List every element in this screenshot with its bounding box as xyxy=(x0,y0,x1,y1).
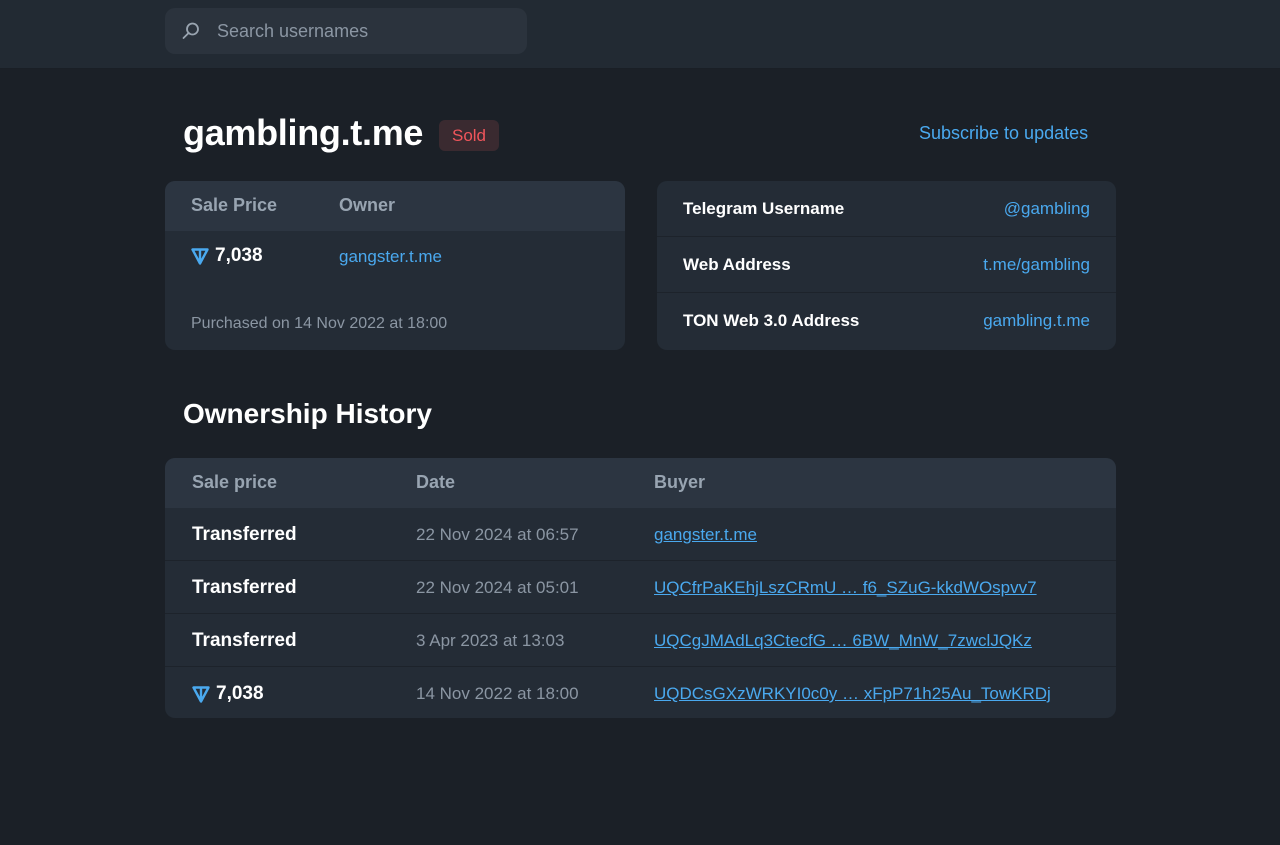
info-row-username: Telegram Username @gambling xyxy=(657,181,1116,237)
ton-icon xyxy=(191,247,209,265)
column-date: Date xyxy=(416,472,456,492)
row-date: 22 Nov 2024 at 06:57 xyxy=(416,525,579,544)
ton-icon xyxy=(192,685,210,703)
row-price-value: 7,038 xyxy=(216,683,264,704)
ownership-history-title: Ownership History xyxy=(183,398,432,429)
web-address-link[interactable]: t.me/gambling xyxy=(983,255,1090,275)
ownership-history-table: Sale price Date Buyer Transferred 22 Nov… xyxy=(165,458,1116,718)
column-sale-price: Sale price xyxy=(192,472,278,492)
table-row: Transferred 22 Nov 2024 at 05:01 UQCfrPa… xyxy=(165,561,1116,614)
sale-price-header: Sale Price xyxy=(191,195,278,215)
page-title: gambling.t.me xyxy=(183,112,424,153)
table-row: Transferred 3 Apr 2023 at 13:03 UQCgJMAd… xyxy=(165,614,1116,667)
info-card: Telegram Username @gambling Web Address … xyxy=(657,181,1116,350)
sale-price-value: 7,038 xyxy=(215,245,263,266)
row-price: Transferred xyxy=(192,524,297,545)
row-buyer-link[interactable]: UQCgJMAdLq3CtecfG … 6BW_MnW_7zwclJQKz xyxy=(654,631,1032,651)
telegram-username-link[interactable]: @gambling xyxy=(1004,199,1090,219)
top-bar xyxy=(0,0,1280,69)
sale-card: Sale Price Owner 7,038 gangster.t.me Pur… xyxy=(165,181,625,350)
info-label: TON Web 3.0 Address xyxy=(683,311,860,330)
row-price: Transferred xyxy=(192,630,297,651)
sale-price: 7,038 xyxy=(191,245,263,267)
info-row-web-address: Web Address t.me/gambling xyxy=(657,237,1116,293)
row-date: 22 Nov 2024 at 05:01 xyxy=(416,578,579,597)
info-label: Telegram Username xyxy=(683,199,845,218)
info-label: Web Address xyxy=(683,255,791,274)
row-buyer-link[interactable]: gangster.t.me xyxy=(654,525,757,545)
column-buyer: Buyer xyxy=(654,472,706,492)
row-date: 14 Nov 2022 at 18:00 xyxy=(416,684,579,703)
table-row: Transferred 22 Nov 2024 at 06:57 gangste… xyxy=(165,508,1116,561)
table-row: 7,038 14 Nov 2022 at 18:00 UQDCsGXzWRKYI… xyxy=(165,667,1116,718)
owner-link[interactable]: gangster.t.me xyxy=(339,247,442,267)
owner-header: Owner xyxy=(339,195,396,215)
purchase-date: Purchased on 14 Nov 2022 at 18:00 xyxy=(191,315,448,332)
row-price: Transferred xyxy=(192,577,297,598)
row-date: 3 Apr 2023 at 13:03 xyxy=(416,631,565,650)
ton-address-link[interactable]: gambling.t.me xyxy=(983,311,1090,331)
search-box[interactable] xyxy=(165,8,527,54)
row-buyer-link[interactable]: UQDCsGXzWRKYI0c0y … xFpP71h25Au_TowKRDj xyxy=(654,684,1051,704)
search-icon xyxy=(182,22,199,39)
sale-card-header: Sale Price Owner xyxy=(165,181,625,231)
row-price: 7,038 xyxy=(192,683,264,705)
subscribe-link[interactable]: Subscribe to updates xyxy=(919,123,1088,144)
status-badge: Sold xyxy=(439,120,499,151)
info-row-ton-address: TON Web 3.0 Address gambling.t.me xyxy=(657,293,1116,349)
history-table-header: Sale price Date Buyer xyxy=(165,458,1116,508)
search-input[interactable] xyxy=(217,8,517,54)
row-buyer-link[interactable]: UQCfrPaKEhjLszCRmU … f6_SZuG-kkdWOspvv7 xyxy=(654,578,1037,598)
